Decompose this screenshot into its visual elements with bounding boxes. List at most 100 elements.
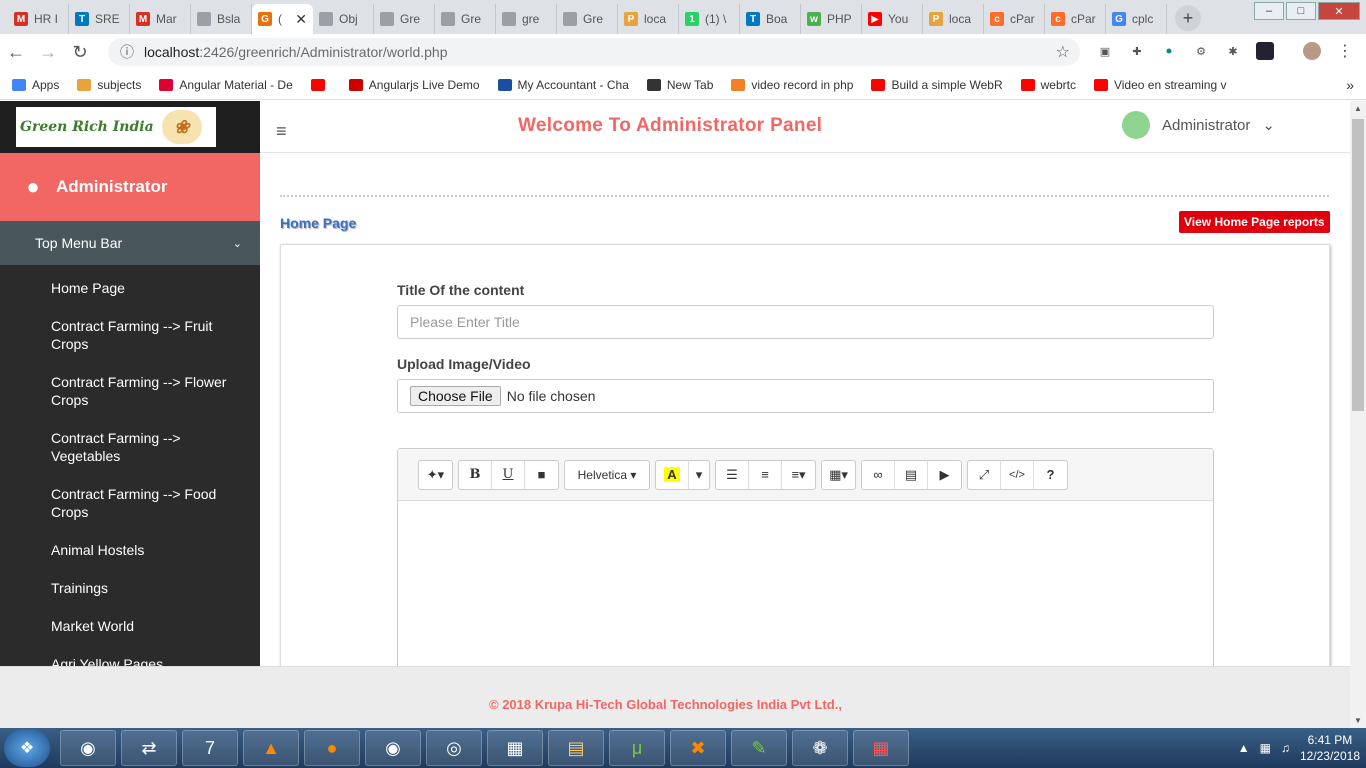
bullet-list-icon[interactable]: ☰ [716, 460, 749, 489]
hamburger-menu-icon[interactable]: ≡ [276, 121, 287, 142]
browser-tab[interactable]: Gre [557, 4, 618, 34]
sidebar-item-flower-crops[interactable]: Contract Farming --> Flower Crops [0, 363, 260, 419]
bookmark-item[interactable]: My Accountant - Cha [497, 78, 629, 92]
forward-icon[interactable]: → [32, 42, 64, 63]
media-player-taskbar-icon[interactable]: ◎ [426, 730, 482, 766]
user-menu[interactable]: Administrator ⌄ [1122, 111, 1275, 139]
tab-close-icon[interactable]: ✕ [295, 11, 307, 28]
image-icon[interactable]: ▤ [895, 460, 928, 489]
windows-start-button[interactable]: ❖ [4, 729, 50, 767]
bookmark-item[interactable] [310, 78, 331, 91]
page-scrollbar[interactable]: ▲ ▼ [1350, 101, 1366, 728]
scroll-up-icon[interactable]: ▲ [1354, 104, 1362, 113]
browser-tab[interactable]: c cPar [1045, 4, 1106, 34]
sidebar-item-trainings[interactable]: Trainings [0, 569, 260, 607]
browser-tab[interactable]: ▶ You [862, 4, 923, 34]
chromium-taskbar-icon[interactable]: ◉ [365, 730, 421, 766]
cast-icon[interactable]: ▣ [1096, 42, 1114, 60]
file-explorer-taskbar-icon[interactable]: ▤ [548, 730, 604, 766]
browser-tab[interactable]: T SRE [69, 4, 130, 34]
font-family-dropdown[interactable]: Helvetica ▾ [565, 461, 649, 489]
underline-icon[interactable]: U [492, 460, 525, 489]
profile-avatar[interactable] [1303, 42, 1321, 60]
maximize-icon[interactable]: □ [1286, 2, 1316, 20]
fullscreen-icon[interactable]: ⤢ [968, 460, 1001, 489]
shield-extension-icon[interactable]: ⚫ [1160, 42, 1178, 60]
logo[interactable]: Green Rich India ❀ [0, 101, 260, 153]
close-icon[interactable]: ✕ [1318, 2, 1360, 20]
sidebar-item-fruit-crops[interactable]: Contract Farming --> Fruit Crops [0, 307, 260, 363]
anu-7-taskbar-icon[interactable]: 7 [182, 730, 238, 766]
info-icon[interactable]: ⓘ [120, 42, 134, 62]
scroll-down-icon[interactable]: ▼ [1354, 716, 1362, 725]
browser-tab[interactable]: gre [496, 4, 557, 34]
menu-dots-icon[interactable]: ⋮ [1336, 42, 1354, 60]
browser-tab[interactable]: M HR I [8, 4, 69, 34]
notebook-taskbar-icon[interactable]: ▦ [487, 730, 543, 766]
bookmark-item[interactable]: Video en streaming v [1093, 78, 1226, 92]
volume-icon[interactable]: ♫ [1281, 741, 1290, 755]
browser-tab[interactable]: Bsla [191, 4, 252, 34]
browser-tab[interactable]: Gre [435, 4, 496, 34]
sidebar-item-home-page[interactable]: Home Page [0, 269, 260, 307]
back-icon[interactable]: ← [0, 42, 32, 63]
align-icon[interactable]: ≡▾ [782, 461, 815, 489]
network-icon[interactable]: ▦ [1260, 741, 1271, 755]
utorrent-taskbar-icon[interactable]: μ [609, 730, 665, 766]
xampp-taskbar-icon[interactable]: ✖ [670, 730, 726, 766]
teamviewer-taskbar-icon[interactable]: ⇄ [121, 730, 177, 766]
scrollbar-thumb[interactable] [1352, 119, 1364, 411]
browser-tab[interactable]: 1 (1) \ [679, 4, 740, 34]
sidebar-item-animal-hostels[interactable]: Animal Hostels [0, 531, 260, 569]
bookmark-item[interactable]: Apps [12, 78, 59, 92]
numbered-list-icon[interactable]: ≡ [749, 460, 782, 489]
magic-wand-icon[interactable]: ✦▾ [419, 461, 452, 489]
title-input[interactable]: Please Enter Title [397, 305, 1214, 339]
gear-extension-icon[interactable]: ⚙ [1192, 42, 1210, 60]
reload-icon[interactable]: ↻ [64, 42, 96, 63]
sidebar-item-food-crops[interactable]: Contract Farming --> Food Crops [0, 475, 260, 531]
browser-tab[interactable]: M Mar [130, 4, 191, 34]
bookmark-item[interactable]: New Tab [646, 78, 713, 92]
tray-arrow-icon[interactable]: ▲ [1238, 741, 1250, 755]
browser-tab[interactable]: Ploca [923, 4, 984, 34]
bookmark-item[interactable]: Angular Material - De [159, 78, 293, 92]
color-dropdown-icon[interactable]: ▾ [689, 461, 709, 489]
image-app-taskbar-icon[interactable]: ▦ [853, 730, 909, 766]
browser-tab[interactable]: T Boa [740, 4, 801, 34]
browser-tab[interactable]: c cPar [984, 4, 1045, 34]
browser-tab[interactable]: Obj [313, 4, 374, 34]
text-color-icon[interactable]: A [656, 460, 689, 489]
more-bookmarks-icon[interactable]: » [1346, 77, 1354, 93]
notepad-plus-taskbar-icon[interactable]: ✎ [731, 730, 787, 766]
table-icon[interactable]: ▦▾ [822, 461, 855, 489]
sidebar-item-vegetables[interactable]: Contract Farming --> Vegetables [0, 419, 260, 475]
bold-icon[interactable]: B [459, 460, 492, 489]
bookmark-item[interactable]: video record in php [731, 78, 853, 92]
browser-tab[interactable]: w PHP [801, 4, 862, 34]
top-menu-bar-toggle[interactable]: Top Menu Bar ⌄ [0, 221, 260, 265]
link-icon[interactable]: ∞ [862, 460, 895, 489]
uc-browser-taskbar-icon[interactable]: ● [304, 730, 360, 766]
vlc-taskbar-icon[interactable]: ▲ [243, 730, 299, 766]
code-view-icon[interactable]: </> [1001, 460, 1034, 489]
help-icon[interactable]: ? [1034, 461, 1067, 489]
minimize-icon[interactable]: – [1254, 2, 1284, 20]
browser-tab[interactable]: Gcplc [1106, 4, 1167, 34]
file-upload-input[interactable]: Choose File No file chosen [397, 379, 1214, 413]
paint-taskbar-icon[interactable]: ❁ [792, 730, 848, 766]
puzzle-extension-icon[interactable]: ✱ [1224, 42, 1242, 60]
eraser-icon[interactable]: ■ [525, 461, 558, 489]
bookmark-item[interactable]: webrtc [1020, 78, 1076, 92]
star-icon[interactable]: ☆ [1056, 42, 1070, 62]
browser-tab[interactable]: Ploca [618, 4, 679, 34]
choose-file-button[interactable]: Choose File [410, 386, 501, 406]
bookmark-item[interactable]: Build a simple WebR [871, 78, 1003, 92]
address-bar[interactable]: ⓘ localhost:2426/greenrich/Administrator… [108, 38, 1080, 66]
video-icon[interactable]: ▶ [928, 461, 961, 489]
browser-tab[interactable]: G (✕ [252, 4, 313, 34]
clock[interactable]: 6:41 PM 12/23/2018 [1300, 732, 1360, 764]
browser-tab[interactable]: Gre [374, 4, 435, 34]
bookmark-item[interactable]: Angularjs Live Demo [348, 78, 480, 92]
view-reports-button[interactable]: View Home Page reports [1179, 211, 1330, 233]
